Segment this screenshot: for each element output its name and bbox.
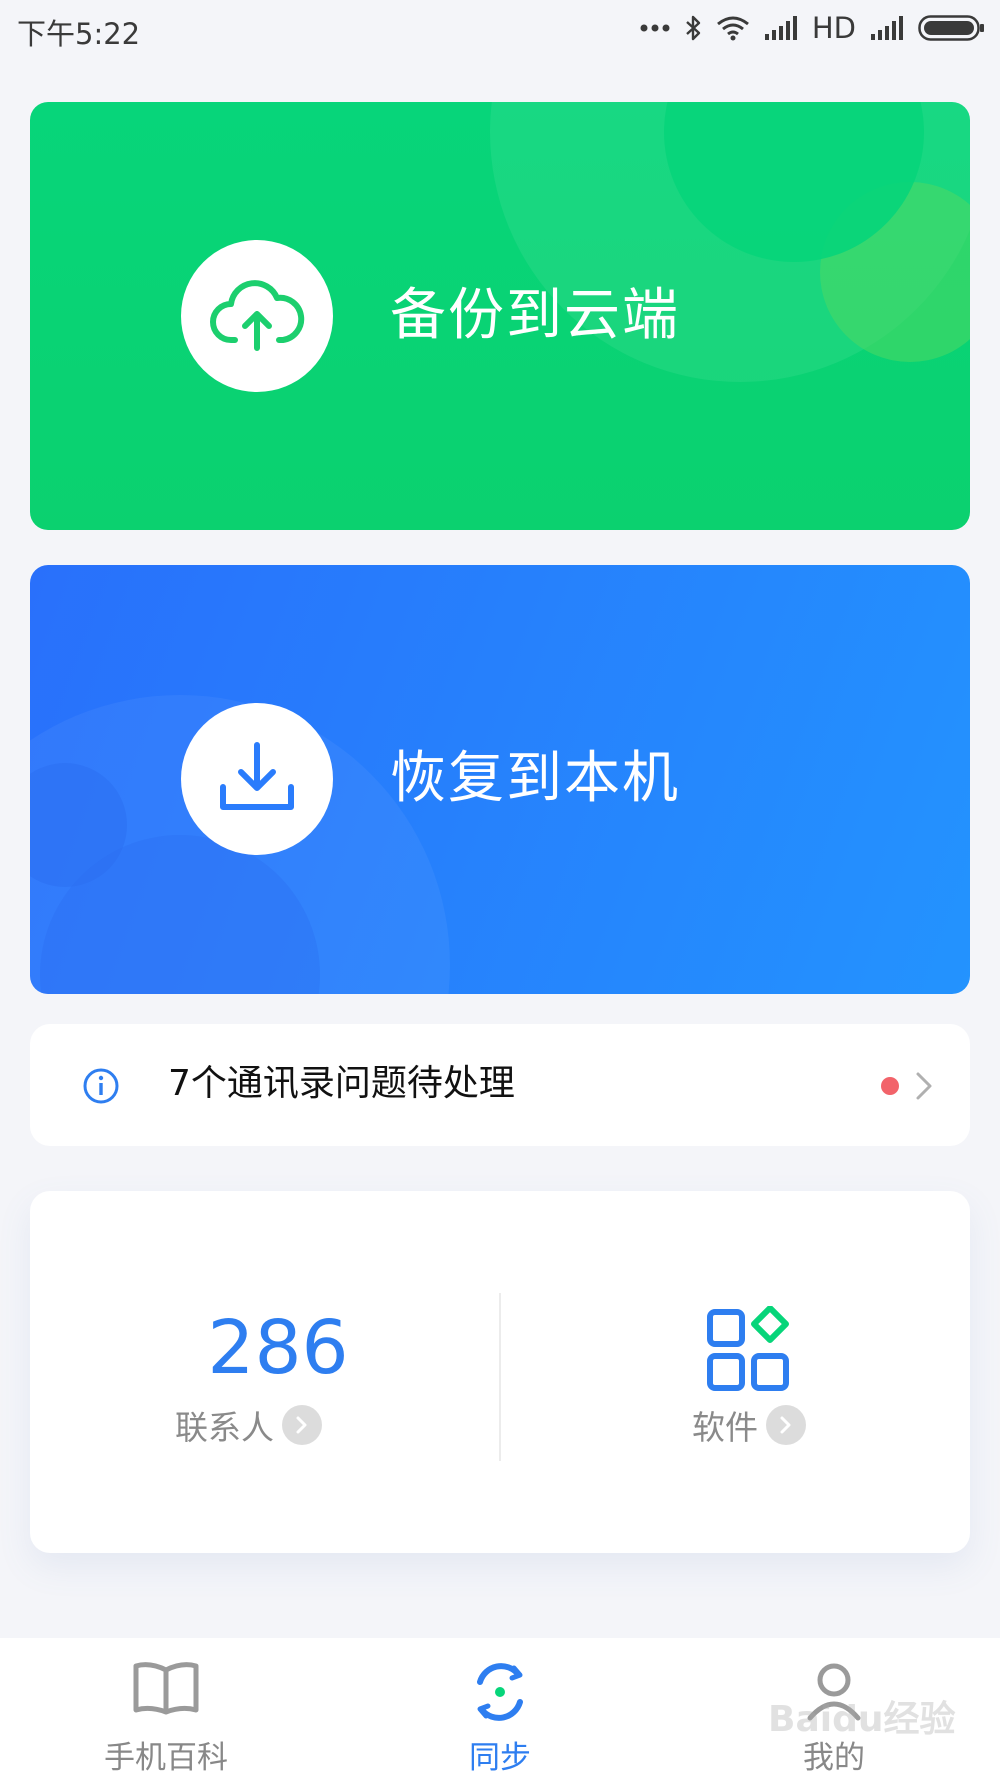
network-type-label: HD <box>811 11 856 45</box>
person-icon <box>804 1660 864 1726</box>
cloud-upload-icon <box>209 274 305 358</box>
tab-phone-wiki[interactable]: 手机百科 <box>46 1638 286 1778</box>
status-bar: 下午5:22 HD <box>0 0 1000 58</box>
apps-link[interactable]: 软件 <box>692 1403 806 1447</box>
unread-badge <box>881 1077 899 1095</box>
chevron-right-icon <box>914 1070 934 1106</box>
more-dots-icon <box>640 24 670 32</box>
tab-label: 我的 <box>803 1740 865 1776</box>
tab-sync[interactable]: 同步 <box>380 1638 620 1778</box>
download-icon <box>215 739 299 819</box>
apps-label: 软件 <box>692 1408 758 1447</box>
apps-icon[interactable] <box>706 1305 794 1398</box>
download-button[interactable] <box>181 703 333 855</box>
contacts-issue-bar[interactable]: 7个通讯录问题待处理 <box>30 1024 970 1146</box>
restore-to-device-card[interactable]: 恢复到本机 <box>30 565 970 994</box>
status-icons: HD <box>640 10 986 46</box>
bluetooth-icon <box>684 14 702 42</box>
signal-icon <box>764 16 798 40</box>
chevron-right-icon <box>282 1405 322 1445</box>
book-icon <box>132 1660 200 1720</box>
contacts-count[interactable]: 286 <box>128 1308 428 1388</box>
battery-icon <box>918 15 986 41</box>
stats-card: 286 联系人 软件 <box>30 1191 970 1553</box>
bottom-tab-bar: 手机百科 同步 我的 <box>0 1638 1000 1778</box>
status-time: 下午5:22 <box>17 17 141 51</box>
tab-label: 手机百科 <box>104 1740 228 1776</box>
tab-mine[interactable]: 我的 <box>714 1638 954 1778</box>
chevron-right-icon <box>766 1405 806 1445</box>
contacts-label: 联系人 <box>175 1408 274 1447</box>
backup-to-cloud-card[interactable]: 备份到云端 <box>30 102 970 530</box>
signal-icon-2 <box>870 16 904 40</box>
divider <box>499 1293 501 1461</box>
tab-label: 同步 <box>469 1740 531 1776</box>
contacts-link[interactable]: 联系人 <box>175 1403 322 1447</box>
info-icon <box>82 1067 120 1109</box>
restore-card-label: 恢复到本机 <box>390 746 680 811</box>
issue-text: 7个通讯录问题待处理 <box>168 1063 515 1104</box>
backup-card-label: 备份到云端 <box>390 283 680 348</box>
wifi-icon <box>716 15 750 41</box>
sync-icon <box>468 1660 532 1728</box>
cloud-upload-button[interactable] <box>181 240 333 392</box>
